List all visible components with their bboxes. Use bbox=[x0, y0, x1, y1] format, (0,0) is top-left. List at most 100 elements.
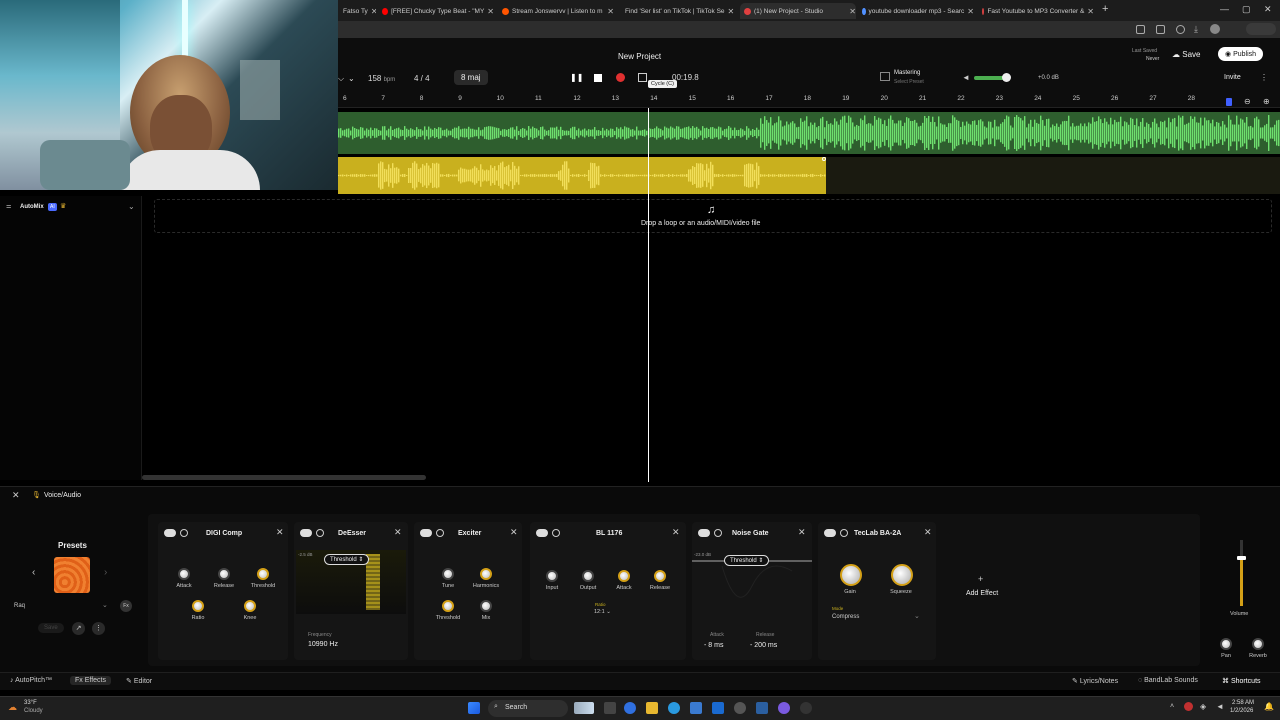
chevron-down-icon[interactable]: ⌄ bbox=[102, 601, 108, 609]
threshold-knob[interactable] bbox=[257, 568, 269, 580]
more-icon[interactable]: ⋮ bbox=[92, 622, 105, 635]
clock-time[interactable]: 2:58 AM bbox=[1232, 700, 1254, 706]
timeline-ruler[interactable]: 6 7 8 9 10 11 12 13 14 15 16 17 18 19 20 21 22 23 24 25 26 27… bbox=[338, 94, 1280, 108]
store-icon[interactable] bbox=[690, 702, 702, 714]
browser-tab[interactable]: Find 'Ser list' on TikTok | TikTok Se ✕ bbox=[622, 3, 734, 19]
ratio-selector[interactable]: 12:1 ⌄ bbox=[594, 609, 611, 615]
volume-fader-handle[interactable] bbox=[1237, 556, 1246, 560]
close-icon[interactable]: ✕ bbox=[849, 7, 856, 16]
close-icon[interactable]: ✕ bbox=[728, 7, 734, 16]
audio-clip-vocal[interactable] bbox=[338, 157, 826, 194]
copilot-icon[interactable] bbox=[624, 702, 636, 714]
time-signature[interactable]: 4 / 4 bbox=[414, 74, 430, 83]
attack-knob[interactable] bbox=[618, 570, 630, 582]
new-tab-button[interactable]: + bbox=[1102, 3, 1108, 15]
minimize-button[interactable]: — bbox=[1220, 4, 1229, 14]
browser-tab-active[interactable]: (1) New Project - Studio ✕ bbox=[740, 3, 856, 19]
record-button[interactable] bbox=[616, 73, 625, 82]
browser-tab[interactable]: Fast Youtube to MP3 Converter & ✕ bbox=[982, 3, 1094, 19]
publish-button[interactable]: ◉ Publish bbox=[1218, 47, 1264, 61]
clip-resize-handle[interactable] bbox=[822, 157, 826, 161]
frequency-value[interactable]: 10990 Hz bbox=[308, 641, 338, 648]
clock-date[interactable]: 1/2/2026 bbox=[1230, 708, 1253, 714]
automix-label[interactable]: AutoMix bbox=[20, 204, 44, 210]
invite-button[interactable]: Invite bbox=[1224, 74, 1241, 81]
close-icon[interactable]: ✕ bbox=[487, 7, 494, 16]
pause-button[interactable]: ❚❚ bbox=[570, 73, 583, 82]
network-icon[interactable]: ◈ bbox=[1200, 702, 1206, 711]
notification-icon[interactable]: 🔔 bbox=[1264, 702, 1274, 711]
playhead[interactable] bbox=[648, 108, 649, 482]
magnet-icon[interactable] bbox=[1226, 98, 1232, 106]
mastering-preset[interactable]: Select Preset bbox=[894, 79, 924, 85]
discord-icon[interactable] bbox=[778, 702, 790, 714]
attack-value[interactable]: - 8 ms bbox=[704, 642, 723, 649]
harmonics-knob[interactable] bbox=[480, 568, 492, 580]
lyrics-notes-button[interactable]: ✎ Lyrics/Notes bbox=[1072, 677, 1118, 685]
squeeze-knob[interactable] bbox=[891, 564, 913, 586]
more-options-icon[interactable]: ⋮ bbox=[1260, 73, 1268, 82]
mastering-title[interactable]: Mastering bbox=[894, 70, 920, 76]
remove-effect-icon[interactable]: ✕ bbox=[394, 527, 402, 538]
remove-effect-icon[interactable]: ✕ bbox=[924, 527, 932, 538]
search-box[interactable]: ⌕ Search bbox=[488, 700, 568, 717]
metronome-icon[interactable]: ⌵ bbox=[338, 74, 344, 84]
save-button[interactable]: ☁ Save bbox=[1172, 50, 1200, 59]
cycle-button[interactable] bbox=[638, 73, 647, 82]
mix-knob[interactable] bbox=[480, 600, 492, 612]
chevron-down-icon[interactable]: ⌄ bbox=[348, 74, 355, 83]
mail-icon[interactable] bbox=[712, 702, 724, 714]
gain-knob[interactable] bbox=[840, 564, 862, 586]
tray-app-icon[interactable] bbox=[1184, 702, 1193, 711]
power-icon[interactable] bbox=[840, 529, 848, 537]
add-effect-button[interactable]: Add Effect bbox=[966, 590, 998, 597]
effects-tab[interactable]: Fx Effects bbox=[70, 676, 112, 685]
share-icon[interactable]: ↗ bbox=[72, 622, 85, 635]
profile-avatar[interactable] bbox=[1210, 24, 1220, 34]
edge-icon[interactable] bbox=[668, 702, 680, 714]
volume-slider-handle[interactable] bbox=[1002, 73, 1011, 82]
ratio-knob[interactable] bbox=[192, 600, 204, 612]
media-app-icon[interactable] bbox=[800, 702, 812, 714]
close-panel-icon[interactable]: ✕ bbox=[12, 490, 20, 501]
horizontal-scrollbar[interactable] bbox=[142, 475, 426, 480]
stop-button[interactable] bbox=[594, 74, 602, 82]
knee-knob[interactable] bbox=[244, 600, 256, 612]
release-knob[interactable] bbox=[654, 570, 666, 582]
close-icon[interactable]: ✕ bbox=[607, 7, 614, 16]
save-preset-button[interactable]: Save bbox=[38, 623, 64, 633]
editor-tab[interactable]: ✎ Editor bbox=[126, 677, 152, 685]
threshold-selector[interactable]: Threshold ⇕ bbox=[724, 555, 770, 566]
threshold-selector[interactable]: Threshold ⇕ bbox=[324, 554, 370, 565]
track-lane[interactable] bbox=[826, 157, 1280, 194]
fx-icon[interactable]: Fx bbox=[120, 600, 132, 612]
power-icon[interactable] bbox=[552, 529, 560, 537]
browser-tab[interactable]: Fatso Ty ✕ bbox=[340, 3, 376, 19]
bandlab-sounds-button[interactable]: ◌ BandLab Sounds bbox=[1138, 677, 1198, 684]
reverb-knob[interactable] bbox=[1252, 638, 1264, 650]
download-icon[interactable]: ⤓ bbox=[1194, 24, 1198, 35]
effect-toggle[interactable] bbox=[420, 529, 432, 537]
speaker-icon[interactable]: ◄ bbox=[1216, 702, 1224, 711]
audio-clip-beat[interactable] bbox=[338, 112, 1280, 154]
volume-fader[interactable] bbox=[1240, 540, 1243, 606]
power-icon[interactable] bbox=[316, 529, 324, 537]
key-selector[interactable]: 8 maj bbox=[454, 70, 488, 85]
close-icon[interactable]: ✕ bbox=[967, 7, 974, 16]
bpm-field[interactable]: 158 bpm bbox=[368, 74, 395, 83]
drop-zone[interactable]: ♫ Drop a loop or an audio/MIDI/video fil… bbox=[154, 199, 1272, 233]
effect-toggle[interactable] bbox=[698, 529, 710, 537]
input-knob[interactable] bbox=[546, 570, 558, 582]
browser-tab[interactable]: Stream Jonswervv | Listen to m ✕ bbox=[502, 3, 614, 19]
plus-icon[interactable]: + bbox=[978, 574, 983, 584]
effect-toggle[interactable] bbox=[164, 529, 176, 537]
chevron-down-icon[interactable]: ⌄ bbox=[914, 612, 920, 620]
task-view-icon[interactable] bbox=[604, 702, 616, 714]
release-value[interactable]: - 200 ms bbox=[750, 642, 777, 649]
maximize-button[interactable]: ▢ bbox=[1242, 4, 1251, 15]
autopitch-tab[interactable]: ♪ AutoPitch™ bbox=[10, 677, 52, 684]
mode-selector[interactable]: Compress bbox=[832, 614, 859, 620]
project-title[interactable]: New Project bbox=[618, 52, 661, 61]
threshold-knob[interactable] bbox=[442, 600, 454, 612]
widgets-icon[interactable] bbox=[574, 702, 594, 714]
